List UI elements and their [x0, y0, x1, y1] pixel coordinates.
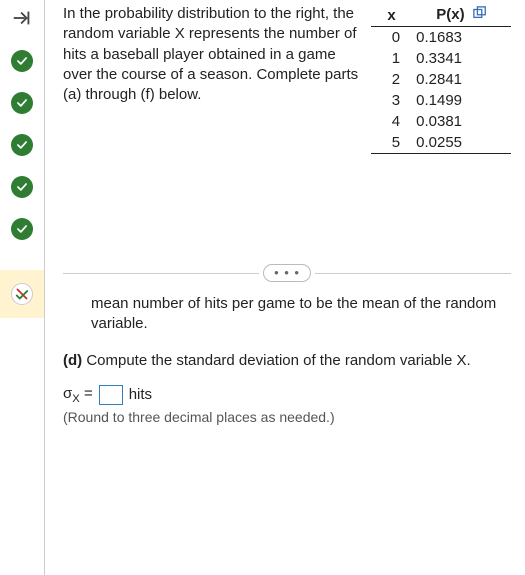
question-status-ok[interactable]: [11, 176, 33, 198]
expand-button[interactable]: • • •: [263, 264, 311, 282]
probability-table: x P(x): [371, 4, 511, 154]
main-content: In the probability distribution to the r…: [45, 0, 525, 575]
question-status-partial-row[interactable]: [0, 270, 44, 318]
continuation-text: mean number of hits per game to be the m…: [91, 294, 511, 335]
units-label: hits: [129, 386, 152, 403]
question-status-ok[interactable]: [11, 50, 33, 72]
expand-bar: • • •: [63, 264, 511, 282]
part-d-prompt: (d) Compute the standard deviation of th…: [63, 351, 511, 371]
table-row: 40.0381: [371, 111, 511, 132]
table-row: 00.1683: [371, 27, 511, 49]
table-row: 10.3341: [371, 48, 511, 69]
question-status-ok[interactable]: [11, 218, 33, 240]
sigma-label: σX =: [63, 385, 93, 405]
divider-line: [315, 273, 511, 274]
answer-line: σX = hits: [63, 385, 511, 405]
table-header-px: P(x): [412, 4, 511, 27]
table-row: 50.0255: [371, 132, 511, 154]
table-row: 30.1499: [371, 90, 511, 111]
rounding-hint: (Round to three decimal places as needed…: [63, 409, 511, 425]
question-nav-sidebar: [0, 0, 44, 575]
question-status-ok[interactable]: [11, 92, 33, 114]
table-row: 20.2841: [371, 69, 511, 90]
skip-forward-icon[interactable]: [10, 6, 34, 30]
problem-intro: In the probability distribution to the r…: [63, 4, 359, 154]
part-d-text: Compute the standard deviation of the ra…: [86, 352, 470, 369]
popup-table-icon[interactable]: [473, 7, 487, 24]
divider-line: [63, 273, 259, 274]
table-header-x: x: [371, 4, 412, 27]
question-status-ok[interactable]: [11, 134, 33, 156]
part-d-label: (d): [63, 352, 82, 369]
partial-correct-icon: [11, 283, 33, 305]
sigma-answer-input[interactable]: [99, 385, 123, 405]
